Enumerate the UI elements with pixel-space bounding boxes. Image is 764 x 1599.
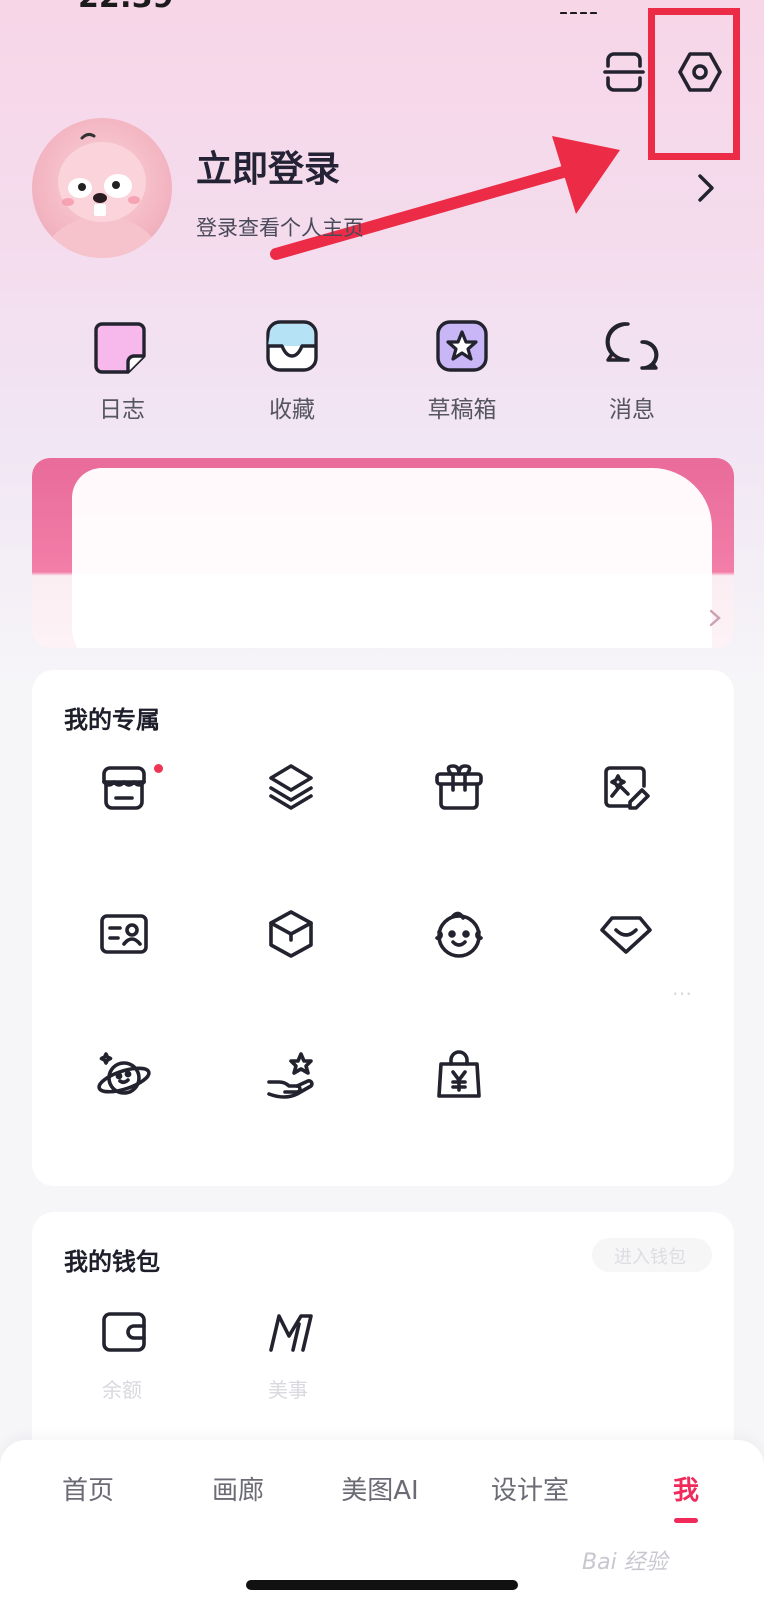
- diamond-icon[interactable]: [598, 906, 654, 962]
- exclusive-title: 我的专属: [64, 706, 160, 734]
- gift-box-icon[interactable]: [431, 760, 487, 816]
- quick-action-label: 收藏: [269, 397, 315, 423]
- scan-icon[interactable]: [600, 48, 648, 96]
- home-indicator: [246, 1580, 518, 1590]
- planet-icon[interactable]: [96, 1048, 152, 1104]
- exclusive-card: 我的专属 …: [32, 670, 734, 1186]
- quick-action-diary[interactable]: 日志: [62, 316, 182, 424]
- yuan-bag-icon[interactable]: [431, 1048, 487, 1104]
- balance-label: 余额: [102, 1378, 142, 1402]
- signal-icon: [560, 4, 600, 14]
- quick-action-label: 草稿箱: [427, 397, 497, 423]
- chevron-right-icon: [709, 609, 721, 627]
- status-time: 22:39: [78, 0, 174, 14]
- settings-highlight-box: [648, 8, 740, 160]
- tab-ai[interactable]: 美图AI: [330, 1470, 430, 1507]
- enter-wallet-link[interactable]: 进入钱包: [592, 1238, 712, 1272]
- watermark: Bai 经验: [582, 1550, 668, 1575]
- quick-action-drafts[interactable]: 草稿箱: [402, 316, 522, 424]
- photo-edit-icon[interactable]: [598, 760, 654, 816]
- active-tab-indicator: [674, 1518, 698, 1523]
- collection-tray-icon: [262, 316, 322, 376]
- quick-action-messages[interactable]: 消息: [572, 316, 692, 424]
- hand-star-icon[interactable]: [263, 1048, 319, 1104]
- enter-wallet-label: 进入钱包: [614, 1247, 686, 1268]
- quick-action-label: 消息: [609, 397, 655, 423]
- avatar[interactable]: [32, 118, 172, 258]
- obscured-content: [72, 468, 712, 648]
- tab-home[interactable]: 首页: [48, 1470, 128, 1507]
- meishi-label: 美事: [268, 1378, 308, 1402]
- promo-banner[interactable]: [32, 458, 734, 648]
- m-logo-icon[interactable]: [263, 1304, 319, 1360]
- cube-icon[interactable]: [263, 906, 319, 962]
- store-icon[interactable]: [96, 760, 152, 816]
- obscured-label: …: [672, 976, 692, 1000]
- quick-action-collection[interactable]: 收藏: [232, 316, 352, 424]
- baby-face-icon[interactable]: [431, 906, 487, 962]
- message-bubbles-icon: [602, 316, 662, 376]
- wallet-card: 我的钱包 进入钱包 余额 美事: [32, 1212, 734, 1472]
- tab-me[interactable]: 我: [666, 1470, 706, 1507]
- chevron-right-icon[interactable]: [694, 172, 718, 204]
- bottom-tab-bar: 首页 画廊 美图AI 设计室 我 Bai 经验: [0, 1440, 764, 1599]
- tab-design-studio[interactable]: 设计室: [480, 1470, 580, 1507]
- wallet-title: 我的钱包: [64, 1248, 160, 1276]
- layers-icon[interactable]: [263, 760, 319, 816]
- login-subtitle[interactable]: 登录查看个人主页: [196, 212, 364, 242]
- notification-dot: [154, 764, 163, 773]
- diary-note-icon: [92, 316, 152, 376]
- draft-star-icon: [432, 316, 492, 376]
- quick-action-label: 日志: [99, 397, 145, 423]
- login-title[interactable]: 立即登录: [196, 140, 340, 192]
- wallet-icon[interactable]: [96, 1304, 152, 1360]
- tab-gallery[interactable]: 画廊: [198, 1470, 278, 1507]
- id-card-icon[interactable]: [96, 906, 152, 962]
